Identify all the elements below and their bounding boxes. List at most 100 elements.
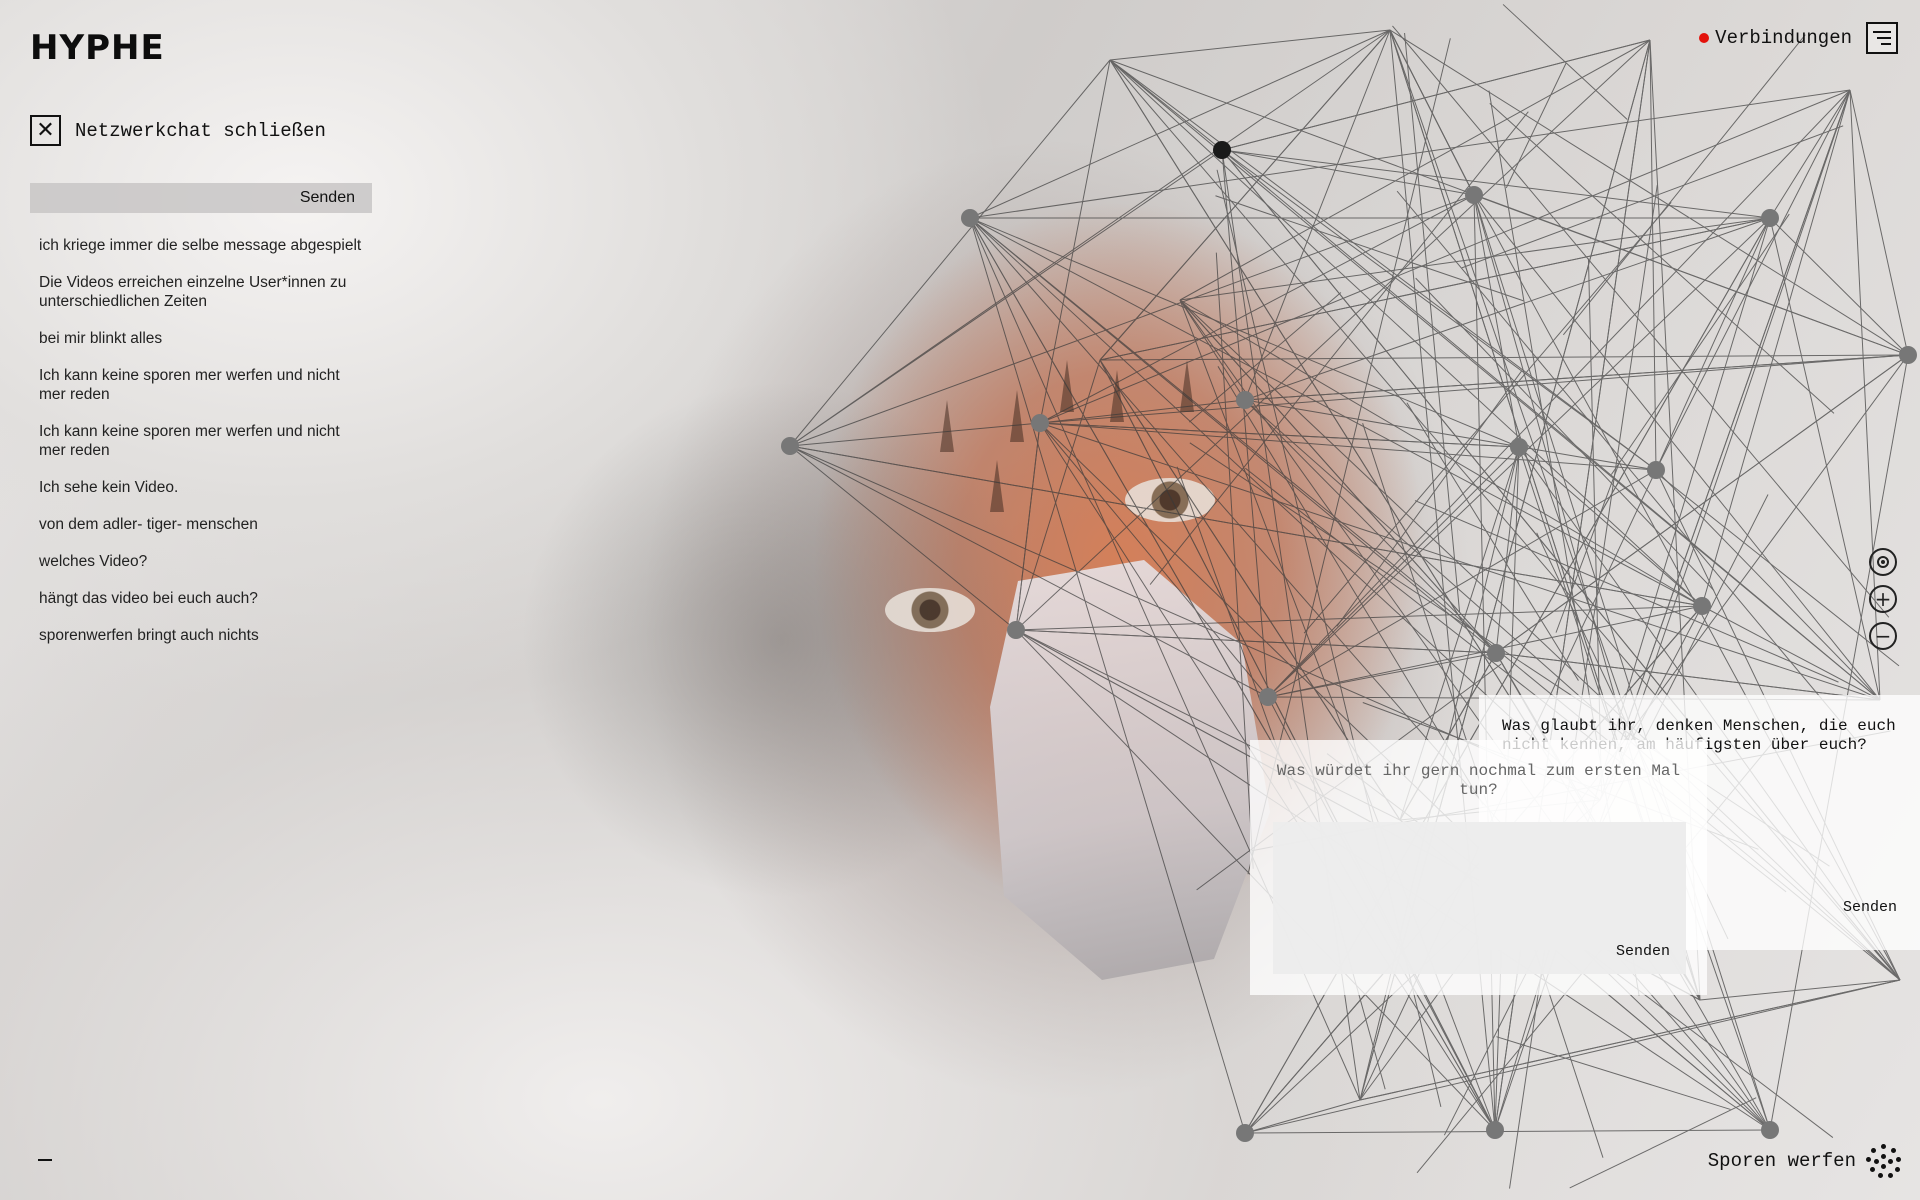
chat-message: Die Videos erreichen einzelne User*innen… — [39, 274, 347, 310]
network-edge — [1015, 359, 1101, 631]
chat-message: welches Video? — [39, 553, 148, 570]
spore-dot — [1874, 1159, 1879, 1164]
spore-dot — [1888, 1159, 1893, 1164]
chat-message: von dem adler- tiger- menschen — [39, 516, 258, 533]
network-edge — [1179, 299, 1497, 654]
network-edge — [1244, 1129, 1771, 1134]
logo[interactable]: HYPHE — [30, 28, 165, 68]
spore-dot — [1895, 1167, 1900, 1172]
network-node[interactable] — [1510, 438, 1528, 456]
network-edge — [1562, 34, 1806, 336]
network-edge — [789, 59, 1111, 447]
spores-icon[interactable] — [1866, 1144, 1901, 1178]
network-edge — [1496, 1036, 1731, 1110]
chat-form: Senden — [30, 183, 372, 213]
chat-input[interactable] — [30, 183, 292, 213]
close-chat-button[interactable]: ✕ Netzwerkchat schließen — [30, 115, 326, 146]
network-edge — [1359, 979, 1901, 1101]
close-chat-label[interactable]: Netzwerkchat schließen — [75, 120, 326, 142]
network-edge — [1651, 469, 1900, 667]
network-edge — [1396, 190, 1859, 744]
card-send-button[interactable]: Senden — [1843, 899, 1897, 916]
network-edge — [1509, 184, 1658, 1189]
network-node[interactable] — [1486, 1121, 1504, 1139]
network-edge — [1149, 111, 1529, 585]
network-edge — [1502, 4, 1628, 120]
spore-dot — [1896, 1157, 1901, 1162]
chat-messages: ich kriege immer die selbe message abges… — [39, 236, 369, 663]
network-edge — [789, 422, 1041, 447]
network-node[interactable] — [1213, 141, 1231, 159]
network-edge — [1179, 299, 1496, 1131]
spore-dot — [1878, 1173, 1883, 1178]
network-node[interactable] — [1761, 1121, 1779, 1139]
network-edge — [1769, 89, 1851, 219]
network-edge — [1414, 500, 1839, 683]
network-edge — [1392, 25, 1890, 618]
network-edge — [1415, 277, 1715, 591]
network-node[interactable] — [1487, 644, 1505, 662]
network-edge — [1489, 103, 1835, 414]
question-card: Was würdet ihr gern nochmal zum ersten M… — [1250, 740, 1707, 995]
network-node[interactable] — [1761, 209, 1779, 227]
network-edge — [1518, 446, 1703, 607]
zoom-out-button[interactable]: − — [1869, 622, 1897, 650]
map-controls: + − — [1869, 548, 1897, 650]
network-edge — [1215, 252, 1254, 869]
network-edge — [1655, 89, 1851, 471]
collapse-button[interactable] — [38, 1159, 52, 1161]
close-icon[interactable]: ✕ — [30, 115, 61, 146]
spore-dot — [1866, 1157, 1871, 1162]
network-edge — [1039, 422, 1269, 698]
network-edge — [1769, 217, 1881, 701]
network-edge — [969, 89, 1851, 219]
network-edge — [789, 445, 1269, 698]
chat-message: bei mir blinkt alles — [39, 330, 163, 347]
network-edge — [1655, 469, 1881, 701]
network-edge — [1109, 29, 1391, 61]
network-edge — [1404, 32, 1461, 612]
network-edge — [789, 445, 1017, 631]
connections-label[interactable]: Verbindungen — [1715, 27, 1852, 49]
network-node[interactable] — [1236, 1124, 1254, 1142]
chat-send-button[interactable]: Senden — [292, 183, 372, 213]
network-node[interactable] — [1031, 414, 1049, 432]
network-edge — [1221, 39, 1651, 151]
network-edge — [1244, 399, 1657, 471]
network-edge — [1221, 149, 1657, 471]
network-edge — [1244, 979, 1901, 1134]
throw-spores-button[interactable]: Sporen werfen — [1708, 1144, 1901, 1178]
network-node[interactable] — [1647, 461, 1665, 479]
spore-dot — [1870, 1167, 1875, 1172]
network-edge — [1039, 59, 1111, 424]
card-send-button[interactable]: Senden — [1616, 943, 1670, 960]
network-node[interactable] — [1693, 597, 1711, 615]
network-node[interactable] — [1236, 391, 1254, 409]
target-icon[interactable] — [1869, 548, 1897, 576]
network-edge — [1109, 59, 1657, 471]
chat-message: Ich kann keine sporen mer werfen und nic… — [39, 423, 340, 459]
network-node[interactable] — [1007, 621, 1025, 639]
network-edge — [1221, 149, 1269, 698]
throw-spores-label[interactable]: Sporen werfen — [1708, 1150, 1856, 1172]
network-edge — [789, 29, 1391, 447]
network-edge — [1039, 354, 1909, 424]
network-edge — [1505, 62, 1567, 189]
connections-toggle[interactable]: Verbindungen — [1699, 22, 1898, 54]
spore-dot — [1891, 1148, 1896, 1153]
network-edge — [1336, 370, 1523, 627]
network-node[interactable] — [781, 437, 799, 455]
zoom-in-button[interactable]: + — [1869, 585, 1897, 613]
hamburger-icon[interactable] — [1866, 22, 1898, 54]
spore-dot — [1871, 1148, 1876, 1153]
network-node[interactable] — [1259, 688, 1277, 706]
network-edge — [1015, 422, 1041, 631]
network-edge — [1267, 652, 1497, 698]
network-node[interactable] — [1465, 186, 1483, 204]
network-edge — [1039, 422, 1520, 448]
network-node[interactable] — [1899, 346, 1917, 364]
network-edge — [1701, 605, 1881, 701]
chat-message: Ich sehe kein Video. — [39, 479, 179, 496]
network-edge — [1849, 89, 1909, 356]
network-node[interactable] — [961, 209, 979, 227]
